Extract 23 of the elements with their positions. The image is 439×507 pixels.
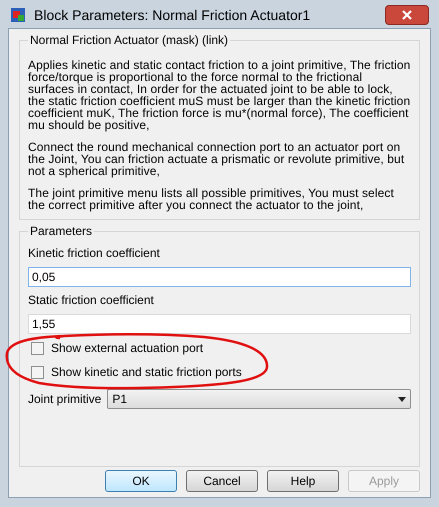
app-icon bbox=[10, 7, 26, 23]
dropdown-label: Joint primitive bbox=[28, 391, 102, 408]
dialog-button[interactable]: OK bbox=[105, 470, 177, 492]
description-text: Connect the round mechanical connection port to an actuator port on the Joint, You can friction actuate a prismatic or revolute primitive, but not a spherical primitive, bbox=[28, 141, 406, 177]
checkbox[interactable] bbox=[31, 342, 44, 354]
field-label: Kinetic friction coefficient bbox=[28, 245, 161, 262]
checkbox-label: Show external actuation port bbox=[51, 340, 204, 357]
input-field[interactable]: 1,55 bbox=[28, 314, 411, 334]
window-title: Block Parameters: Normal Friction Actuator1 bbox=[34, 6, 310, 24]
checkbox-label: Show kinetic and static friction ports bbox=[51, 364, 242, 381]
field-label: Static friction coefficient bbox=[28, 292, 155, 309]
description-text: Applies kinetic and static contact friction to a joint primitive, The friction force/torque is proportional to the force normal to the frictional surfaces in contact, In order for the actuated joint to be able to lock, the static friction coefficient muS must be larger than the kinetic friction coefficient muK, The friction force is mu*(normal force), The coefficient mu should be positive, bbox=[28, 59, 411, 131]
close-icon bbox=[402, 10, 412, 20]
description-text: The joint primitive menu lists all possible primitives, You must select the correct primitive after you connect the actuator to the joint, bbox=[28, 187, 395, 211]
group-title: Parameters bbox=[29, 223, 94, 240]
checkbox[interactable] bbox=[31, 366, 44, 378]
joint-primitive-dropdown[interactable]: P1 bbox=[107, 389, 411, 409]
input-field[interactable]: 0,05 bbox=[28, 267, 411, 287]
close-button[interactable] bbox=[385, 5, 429, 25]
dropdown-arrow-icon bbox=[398, 396, 406, 402]
dialog-button[interactable]: Cancel bbox=[186, 470, 258, 492]
group-title: Normal Friction Actuator (mask) (link) bbox=[29, 32, 230, 49]
dialog-button[interactable]: Help bbox=[267, 470, 339, 492]
